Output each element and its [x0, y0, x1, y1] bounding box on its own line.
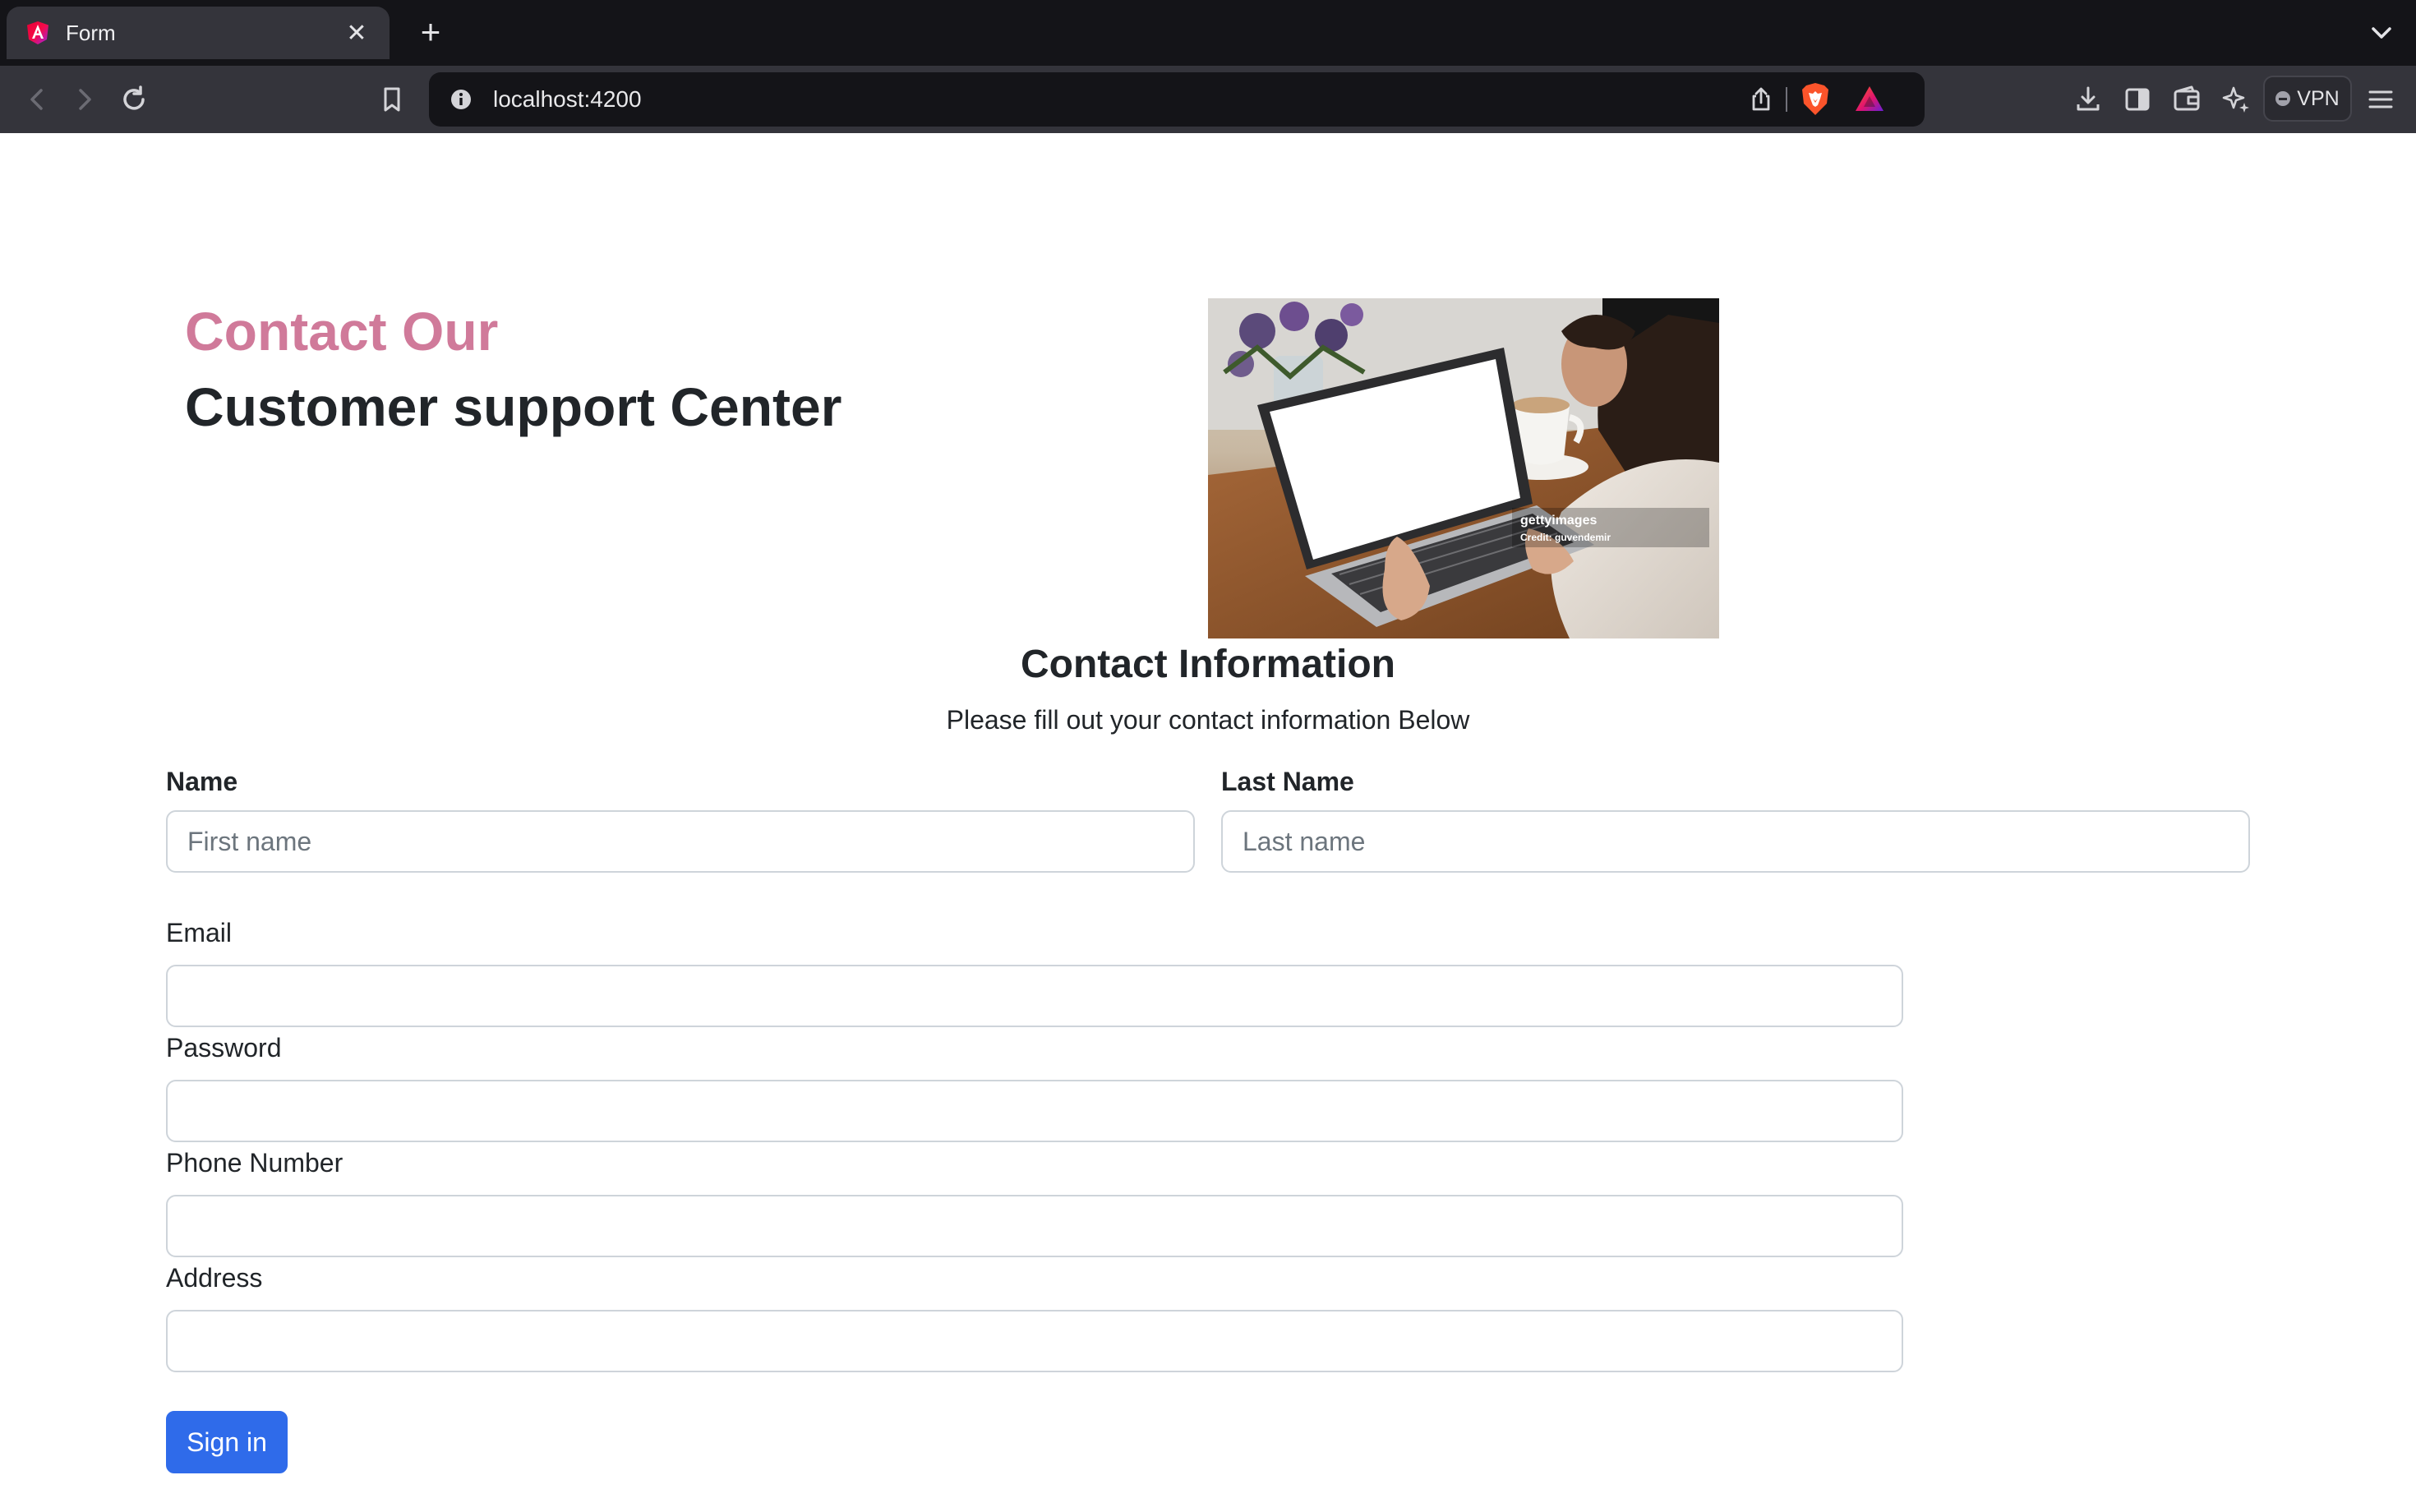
address-input[interactable]: [166, 1310, 1903, 1372]
phone-label: Phone Number: [166, 1148, 343, 1178]
hero-title-heading: Customer support Center: [185, 376, 842, 437]
close-icon[interactable]: ✕: [342, 19, 371, 48]
separator: [1786, 87, 1787, 112]
bookmark-icon[interactable]: [373, 81, 411, 118]
browser-toolbar: localhost:4200 VPN: [0, 66, 2416, 133]
menu-icon[interactable]: [2362, 81, 2400, 118]
browser-window: Form ✕ + localhost:4200 VPN Contact Our …: [0, 0, 2416, 1512]
back-icon[interactable]: [18, 81, 56, 118]
watermark-brand: gettyimages: [1520, 514, 1597, 528]
vpn-status-icon: [2275, 91, 2291, 106]
name-label: Name: [166, 767, 238, 796]
vpn-label: VPN: [2297, 86, 2340, 110]
sidebar-icon[interactable]: [2119, 81, 2156, 118]
address-url[interactable]: localhost:4200: [493, 72, 642, 127]
address-label: Address: [166, 1263, 263, 1293]
section-title: Contact Information: [1021, 643, 1395, 686]
email-input[interactable]: [166, 965, 1903, 1027]
phone-input[interactable]: [166, 1195, 1903, 1257]
hero-accent-heading: Contact Our: [185, 301, 499, 362]
tab-strip: Form ✕ +: [0, 0, 2416, 66]
address-bar[interactable]: localhost:4200: [429, 72, 1925, 127]
forward-icon[interactable]: [66, 81, 104, 118]
wallet-icon[interactable]: [2168, 81, 2206, 118]
tab-title: Form: [66, 20, 116, 45]
angular-icon: [27, 21, 48, 44]
last-name-input[interactable]: [1221, 810, 2250, 873]
first-name-input[interactable]: [166, 810, 1195, 873]
hero-photo: gettyimages Credit: guvendemir: [1208, 298, 1719, 638]
vpn-button[interactable]: VPN: [2263, 76, 2352, 122]
password-label: Password: [166, 1033, 282, 1063]
section-subtitle: Please fill out your contact information…: [946, 705, 1470, 735]
password-input[interactable]: [166, 1080, 1903, 1142]
download-icon[interactable]: [2069, 81, 2107, 118]
brave-rewards-icon[interactable]: [1852, 82, 1887, 117]
last-name-label: Last Name: [1221, 767, 1354, 796]
new-tab-icon[interactable]: +: [411, 13, 450, 53]
watermark-credit: Credit: guvendemir: [1520, 532, 1611, 543]
chevron-down-icon[interactable]: [2362, 13, 2401, 53]
share-icon[interactable]: [1744, 82, 1778, 117]
brave-shields-icon[interactable]: [1796, 81, 1834, 118]
tab-form[interactable]: Form ✕: [7, 7, 390, 59]
sign-in-button[interactable]: Sign in: [166, 1411, 288, 1473]
reload-icon[interactable]: [115, 81, 153, 118]
email-label: Email: [166, 918, 233, 947]
leo-ai-icon[interactable]: [2217, 81, 2255, 118]
site-info-icon[interactable]: [444, 82, 478, 117]
